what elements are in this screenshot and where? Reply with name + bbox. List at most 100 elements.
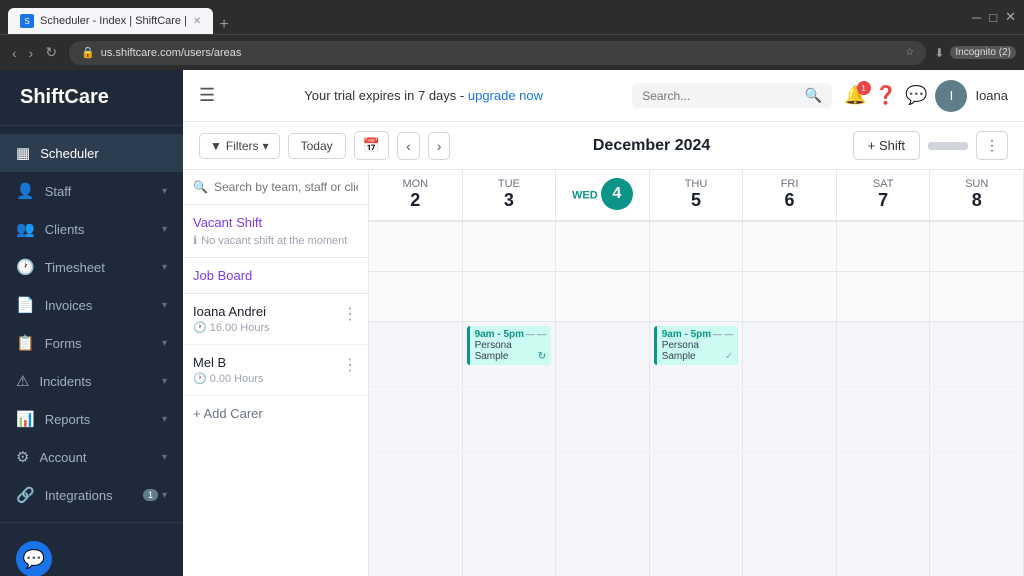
day-label-fri: FRI: [781, 178, 799, 190]
chevron-down-icon-account: ▾: [162, 452, 167, 463]
sidebar-item-invoices[interactable]: 📄 Invoices ▾: [0, 286, 183, 324]
job-cell-sun[interactable]: [930, 272, 1024, 322]
add-carer-button[interactable]: + Add Carer: [183, 396, 368, 431]
shift-time-ioana-thu: 9am - 5pm: [662, 329, 711, 340]
upgrade-link[interactable]: upgrade now: [468, 88, 543, 103]
ioana-shift-tue[interactable]: 9am - 5pm — — Persona Sample ↻: [467, 326, 552, 365]
ioana-cell-tue[interactable]: 9am - 5pm — — Persona Sample ↻: [463, 322, 557, 387]
today-button[interactable]: Today: [288, 133, 346, 159]
sidebar-item-clients[interactable]: 👥 Clients ▾: [0, 210, 183, 248]
melb-cell-tue[interactable]: [463, 387, 557, 452]
sidebar-item-forms[interactable]: 📋 Forms ▾: [0, 324, 183, 362]
blank-cell-sun[interactable]: [930, 452, 1024, 576]
timesheet-icon: 🕐: [16, 258, 35, 276]
user-avatar[interactable]: I: [935, 80, 967, 112]
job-cell-mon[interactable]: [369, 272, 463, 322]
melb-cell-sun[interactable]: [930, 387, 1024, 452]
carer-name-ioana: Ioana Andrei: [193, 304, 342, 319]
day-label-mon: MON: [402, 178, 428, 190]
job-cell-sat[interactable]: [837, 272, 931, 322]
prev-week-button[interactable]: ‹: [397, 132, 420, 160]
active-tab[interactable]: S Scheduler - Index | ShiftCare | ✕: [8, 8, 213, 34]
vacant-cell-sat[interactable]: [837, 222, 931, 272]
close-window-button[interactable]: ✕: [1005, 9, 1016, 25]
search-icon[interactable]: 🔍: [805, 87, 822, 104]
vacant-cell-wed[interactable]: [556, 222, 650, 272]
melb-cell-thu[interactable]: [650, 387, 744, 452]
day-header-thu: THU 5: [650, 170, 744, 220]
sidebar-item-timesheet[interactable]: 🕐 Timesheet ▾: [0, 248, 183, 286]
shift-options-icon: — —: [526, 329, 547, 339]
blank-cell-tue[interactable]: [463, 452, 557, 576]
messages-icon[interactable]: 💬: [905, 85, 927, 106]
sidebar-item-scheduler[interactable]: ▦ Scheduler: [0, 134, 183, 172]
carer-row-ioana: Ioana Andrei 🕐 16.00 Hours ⋮: [183, 294, 368, 345]
search-bar[interactable]: 🔍: [632, 83, 832, 108]
ioana-cell-wed[interactable]: [556, 322, 650, 387]
blank-cell-mon[interactable]: [369, 452, 463, 576]
sidebar: ShiftCare ▦ Scheduler 👤 Staff ▾ 👥 Client…: [0, 70, 183, 576]
refresh-button[interactable]: ↻: [41, 42, 61, 63]
calendar-picker-button[interactable]: 📅: [354, 131, 389, 160]
vacant-cell-fri[interactable]: [743, 222, 837, 272]
sidebar-item-label-forms: Forms: [45, 336, 82, 351]
sidebar-item-integrations[interactable]: 🔗 Integrations 1 ▾: [0, 476, 183, 514]
day-num-tue: 3: [467, 190, 552, 212]
day-header-sat: SAT 7: [837, 170, 931, 220]
carer-search-input[interactable]: [214, 180, 358, 194]
job-cell-fri[interactable]: [743, 272, 837, 322]
app-container: ShiftCare ▦ Scheduler 👤 Staff ▾ 👥 Client…: [0, 70, 1024, 576]
sidebar-item-staff[interactable]: 👤 Staff ▾: [0, 172, 183, 210]
melb-cell-sat[interactable]: [837, 387, 931, 452]
more-options-button[interactable]: ⋮: [976, 131, 1008, 160]
job-cell-tue[interactable]: [463, 272, 557, 322]
ioana-cell-sat[interactable]: [837, 322, 931, 387]
maximize-button[interactable]: □: [989, 10, 997, 25]
ioana-cell-sun[interactable]: [930, 322, 1024, 387]
ioana-cell-mon[interactable]: [369, 322, 463, 387]
search-input[interactable]: [642, 89, 799, 103]
star-icon[interactable]: ☆: [905, 47, 914, 58]
melb-cell-wed[interactable]: [556, 387, 650, 452]
ioana-cell-thu[interactable]: 9am - 5pm — — Persona Sample ✓: [650, 322, 744, 387]
tab-close-button[interactable]: ✕: [193, 16, 201, 27]
vacant-cell-thu[interactable]: [650, 222, 744, 272]
carer-menu-melb[interactable]: ⋮: [342, 355, 358, 375]
blank-row: [369, 452, 1024, 576]
vacant-cell-tue[interactable]: [463, 222, 557, 272]
screen-capture-icon[interactable]: ⬇: [934, 46, 944, 60]
url-bar[interactable]: 🔒 us.shiftcare.com/users/areas ☆: [69, 41, 926, 65]
melb-cell-mon[interactable]: [369, 387, 463, 452]
hamburger-menu-button[interactable]: ☰: [199, 85, 215, 106]
blank-cell-thu[interactable]: [650, 452, 744, 576]
minimize-button[interactable]: ─: [972, 10, 981, 25]
chevron-down-icon-invoices: ▾: [162, 300, 167, 311]
help-icon[interactable]: ❓: [875, 85, 897, 106]
job-cell-thu[interactable]: [650, 272, 744, 322]
shift-sub-ioana-tue: Sample: [475, 351, 509, 362]
melb-cell-fri[interactable]: [743, 387, 837, 452]
chat-button[interactable]: 💬: [16, 541, 52, 576]
new-tab-button[interactable]: +: [213, 16, 234, 34]
ioana-shift-thu[interactable]: 9am - 5pm — — Persona Sample ✓: [654, 326, 739, 365]
sidebar-item-reports[interactable]: 📊 Reports ▾: [0, 400, 183, 438]
blank-cell-sat[interactable]: [837, 452, 931, 576]
ioana-cell-fri[interactable]: [743, 322, 837, 387]
filter-button[interactable]: ▼ Filters ▾: [199, 133, 280, 159]
vacant-cell-sun[interactable]: [930, 222, 1024, 272]
sync-icon-tue: ↻: [538, 351, 546, 362]
blank-cell-wed[interactable]: [556, 452, 650, 576]
carer-menu-ioana[interactable]: ⋮: [342, 304, 358, 324]
blank-cell-fri[interactable]: [743, 452, 837, 576]
carer-search[interactable]: 🔍: [183, 170, 368, 205]
add-shift-button[interactable]: + Shift: [853, 131, 920, 160]
back-button[interactable]: ‹: [8, 43, 21, 63]
forward-button[interactable]: ›: [25, 43, 38, 63]
job-cell-wed[interactable]: [556, 272, 650, 322]
sidebar-item-incidents[interactable]: ⚠ Incidents ▾: [0, 362, 183, 400]
vacant-cell-mon[interactable]: [369, 222, 463, 272]
next-week-button[interactable]: ›: [428, 132, 451, 160]
shift-label-ioana-tue: Persona: [475, 340, 547, 351]
sidebar-item-account[interactable]: ⚙ Account ▾: [0, 438, 183, 476]
incognito-badge: Incognito (2): [950, 46, 1016, 59]
